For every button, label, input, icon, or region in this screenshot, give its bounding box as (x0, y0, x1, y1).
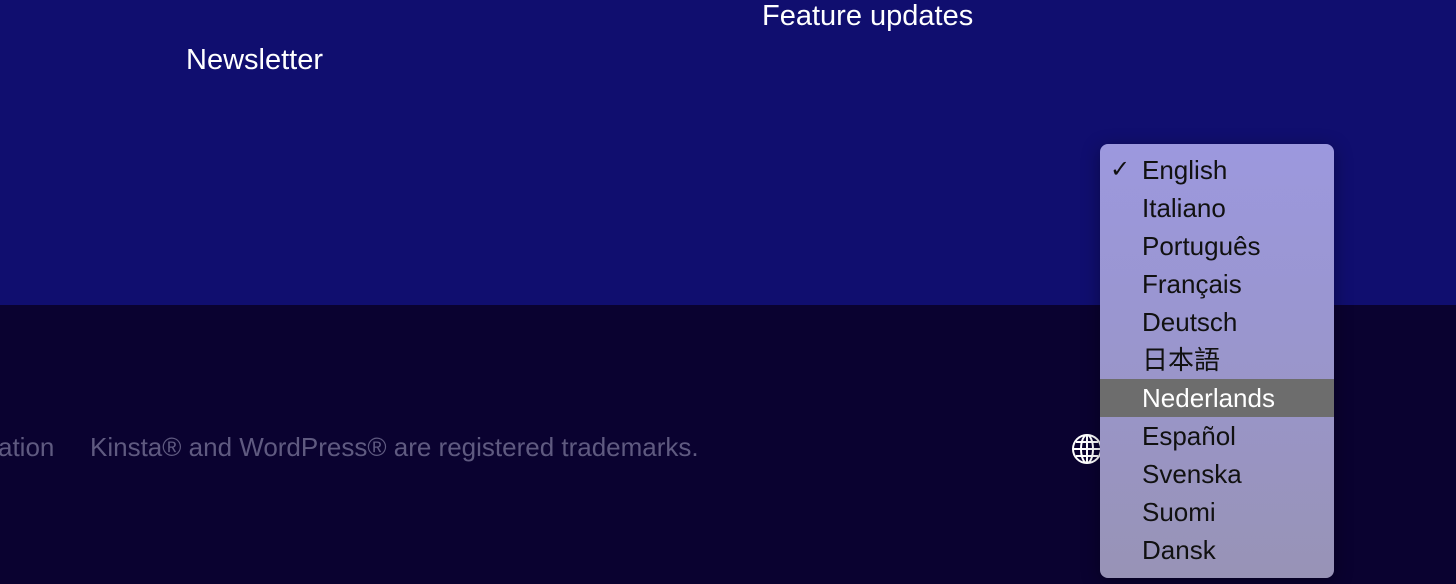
checkmark-icon: ✓ (1110, 156, 1131, 183)
language-option[interactable]: Dansk (1100, 531, 1334, 569)
language-option-label: 日本語 (1142, 345, 1221, 375)
feature-updates-link[interactable]: Feature updates (762, 0, 973, 33)
language-option-label: Español (1142, 421, 1236, 451)
newsletter-link[interactable]: Newsletter (186, 44, 323, 77)
language-option-label: Deutsch (1142, 307, 1238, 337)
trademark-notice: Kinsta® and WordPress® are registered tr… (90, 432, 699, 462)
language-option-label: Nederlands (1142, 383, 1275, 413)
language-option[interactable]: Español (1100, 417, 1334, 455)
language-option[interactable]: Nederlands (1100, 379, 1334, 417)
language-dropdown-menu: ✓ English Italiano Português Français Deutsch… (1100, 144, 1334, 578)
language-option[interactable]: Deutsch (1100, 303, 1334, 341)
language-option[interactable]: 日本語 (1100, 341, 1334, 379)
language-option-label: Svenska (1142, 459, 1242, 489)
language-option-label: Suomi (1142, 497, 1216, 527)
language-option[interactable]: Português (1100, 227, 1334, 265)
language-option-label: English (1142, 155, 1228, 185)
globe-icon[interactable] (1071, 433, 1103, 465)
language-option[interactable]: ✓ English (1100, 151, 1334, 189)
language-option[interactable]: Italiano (1100, 189, 1334, 227)
language-option[interactable]: Français (1100, 265, 1334, 303)
language-option-label: Français (1142, 269, 1242, 299)
language-option[interactable]: Suomi (1100, 493, 1334, 531)
language-option-label: Italiano (1142, 193, 1226, 223)
language-option[interactable]: Svenska (1100, 455, 1334, 493)
language-option-label: Português (1142, 231, 1261, 261)
language-option-label: Dansk (1142, 535, 1216, 565)
footer-link-partial[interactable]: ation (0, 432, 54, 463)
